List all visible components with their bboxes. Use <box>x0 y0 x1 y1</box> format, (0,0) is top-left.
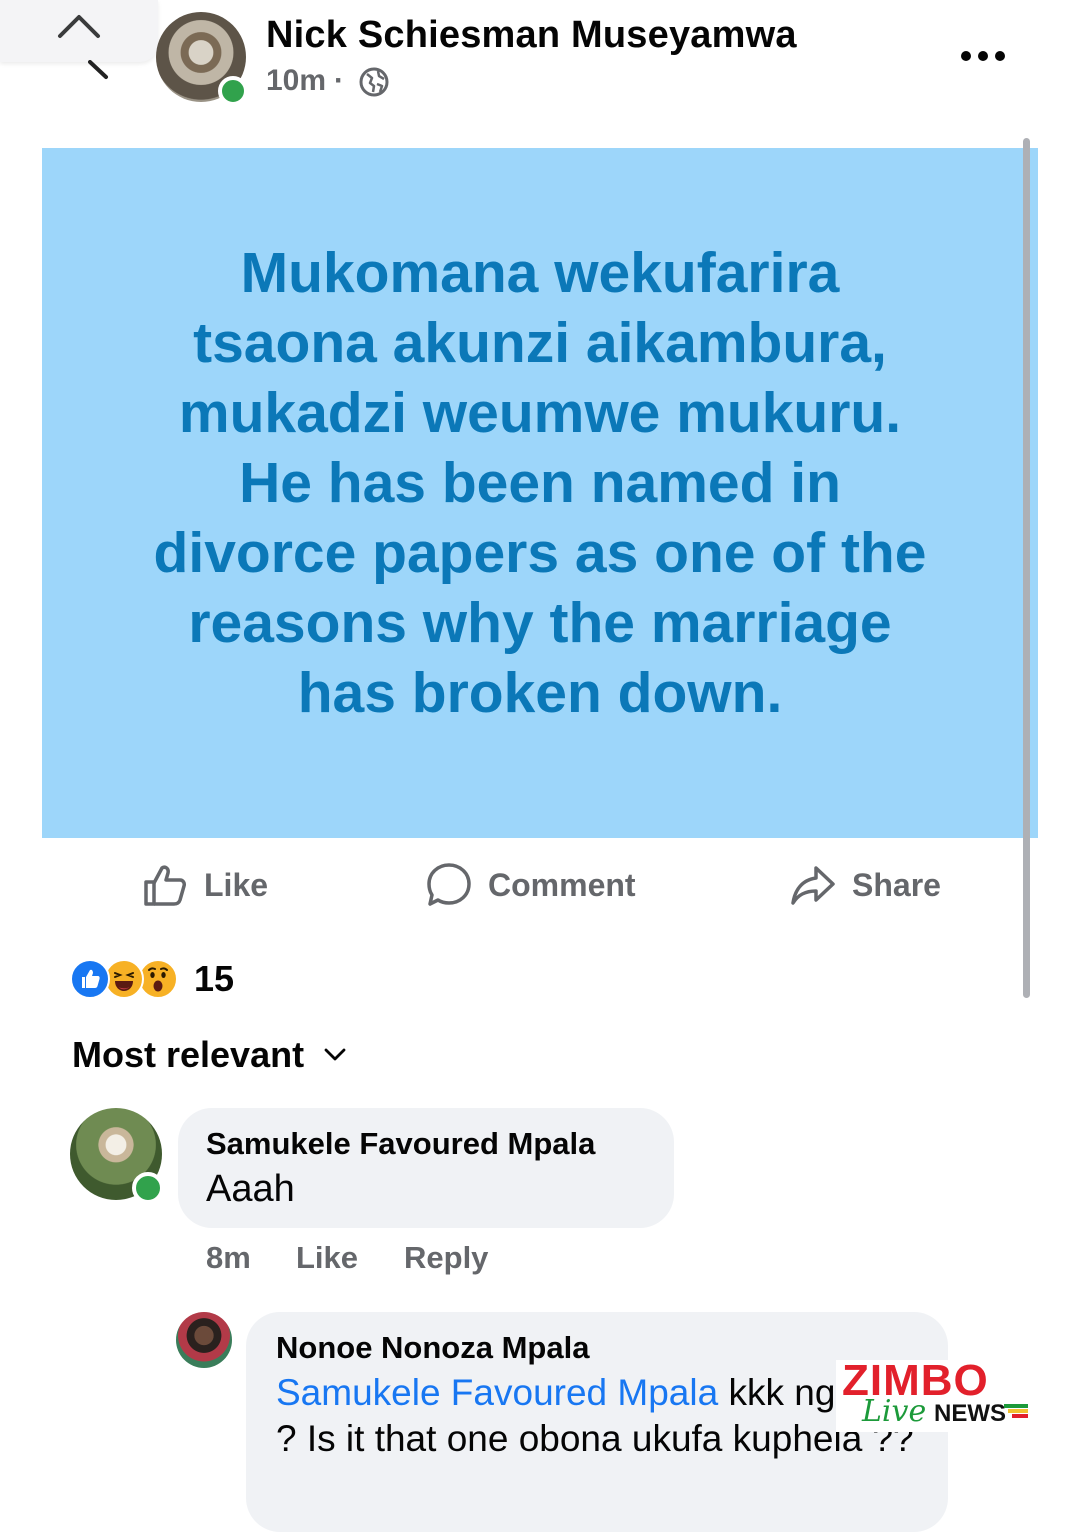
comment-timestamp: 8m <box>206 1240 251 1275</box>
online-status-dot <box>218 76 248 106</box>
time-separator: · <box>334 64 344 97</box>
chevron-down-icon <box>324 1048 346 1061</box>
share-button[interactable]: Share <box>790 860 941 910</box>
logo-live-text: Live <box>862 1394 927 1429</box>
share-arrow-icon <box>791 866 835 905</box>
thumbs-up-icon <box>144 865 186 906</box>
commenter-avatar[interactable] <box>70 1108 164 1204</box>
post-timestamp[interactable]: 10m <box>266 64 326 98</box>
more-dots-icon[interactable] <box>958 46 1008 66</box>
like-button[interactable]: Like <box>142 860 268 910</box>
haha-reaction-icon <box>104 959 144 999</box>
share-label: Share <box>852 866 941 903</box>
chevron-up-icon[interactable] <box>56 10 102 40</box>
comment-like-button[interactable]: Like <box>296 1240 358 1276</box>
like-label: Like <box>204 866 269 903</box>
online-status-dot <box>132 1172 164 1204</box>
logo-news-text: NEWS <box>934 1400 1006 1427</box>
flag-stripes-icon <box>1004 1404 1028 1418</box>
sort-label: Most relevant <box>72 1034 305 1075</box>
back-arrow-icon[interactable] <box>88 60 110 80</box>
comment-sort-dropdown[interactable]: Most relevant <box>72 1034 346 1076</box>
mention-link[interactable]: Samukele Favoured Mpala <box>276 1372 718 1413</box>
post-text: Mukomana wekufarira tsaona akunzi aikamb… <box>153 241 927 725</box>
comment-bubble-icon <box>427 863 471 906</box>
commenter-name[interactable]: Samukele Favoured Mpala <box>206 1126 595 1162</box>
reply-text: Samukele Favoured Mpala kkk nguphi ? Is … <box>276 1370 926 1462</box>
comment-reply-button[interactable]: Reply <box>404 1240 488 1276</box>
comment-text: Aaah <box>206 1168 295 1210</box>
globe-icon <box>359 67 389 97</box>
wow-reaction-icon <box>138 959 178 999</box>
comment-label: Comment <box>488 866 636 903</box>
comment-button[interactable]: Comment <box>426 860 636 910</box>
reply-avatar[interactable] <box>176 1312 232 1368</box>
author-avatar[interactable] <box>156 12 248 106</box>
reaction-summary[interactable]: 15 <box>70 958 234 1000</box>
reply-author-name[interactable]: Nonoe Nonoza Mpala <box>276 1330 589 1366</box>
scrollbar[interactable] <box>1023 138 1030 998</box>
like-reaction-icon <box>70 959 110 999</box>
author-name[interactable]: Nick Schiesman Museyamwa <box>266 14 797 57</box>
reaction-count: 15 <box>194 958 235 999</box>
